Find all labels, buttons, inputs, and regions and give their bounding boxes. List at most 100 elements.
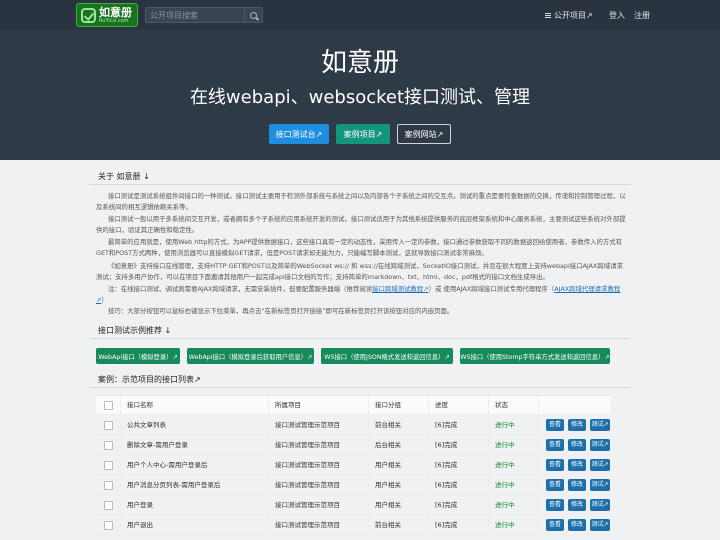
example-project-button[interactable]: 案例项目↗	[336, 124, 390, 144]
login-link[interactable]: 登入	[609, 10, 625, 21]
api-group: 用户相关	[368, 456, 428, 475]
search-box	[145, 7, 263, 23]
api-name[interactable]: 用户登录	[120, 496, 268, 515]
api-project: 接口测试管理示范项目	[268, 416, 368, 435]
search-input[interactable]	[146, 8, 244, 22]
row-checkbox[interactable]	[104, 501, 113, 510]
table-row: 用户退出 接口测试管理示范项目 前台相关 [6]完成 进行中 查看 修改 测试↗	[96, 516, 610, 535]
table-row: 用户消息分页列表-需用户登录后 接口测试管理示范项目 用户相关 [6]完成 进行中 查看修…	[96, 476, 610, 495]
api-status: 进行中	[488, 496, 538, 515]
api-group: 前台相关	[368, 516, 428, 535]
row-actions: 查看 修改 测试↗	[538, 436, 610, 455]
cross-domain-tutorial-link[interactable]: 接口跨域测试教程↗	[372, 285, 428, 293]
api-test-console-button[interactable]: 接口测试台↗	[269, 124, 329, 144]
column-header-status[interactable]: 状态	[488, 396, 538, 415]
example-webapi-login-button[interactable]: WebApi接口（模拟登录）↗	[96, 348, 180, 364]
test-button[interactable]: 测试↗	[590, 499, 610, 511]
edit-button[interactable]: 修改	[568, 479, 586, 491]
api-name[interactable]: 用户个人中心-需用户登录后	[120, 456, 268, 475]
api-progress: [6]完成	[428, 496, 488, 515]
row-checkbox[interactable]	[104, 461, 113, 470]
row-checkbox[interactable]	[104, 521, 113, 530]
api-name[interactable]: 用户消息分页列表-需用户登录后	[120, 476, 268, 495]
table-row: 用户个人中心-需用户登录后 接口测试管理示范项目 用户相关 [6]完成 进行中 查看 修改测…	[96, 456, 610, 475]
about-section-title[interactable]: 关于 如意册 ↓	[98, 171, 150, 182]
about-paragraph-4: 《如意册》支持接口在线管理，支持HTTP GET和POST以及简单的WebSoc…	[96, 262, 623, 281]
api-project: 接口测试管理示范项目	[268, 476, 368, 495]
column-header-group[interactable]: 接口分组	[368, 396, 428, 415]
api-name[interactable]: 用户退出	[120, 516, 268, 535]
row-actions: 查看 修改 测试↗	[538, 476, 610, 495]
test-button[interactable]: 测试↗	[590, 419, 610, 431]
api-project: 接口测试管理示范项目	[268, 516, 368, 535]
api-progress: [6]完成	[428, 416, 488, 435]
test-button[interactable]: 测试↗	[590, 479, 610, 491]
about-note: 注：在线接口测试、调试则需要AJAX跨域请求，无需安装插件，但要配置服务器端（推…	[96, 285, 621, 304]
api-project: 接口测试管理示范项目	[268, 496, 368, 515]
divider	[89, 184, 631, 185]
api-group: 用户相关	[368, 476, 428, 495]
row-actions: 查看 修改 测试↗	[538, 516, 610, 535]
search-button[interactable]	[244, 8, 262, 22]
api-status: 进行中	[488, 416, 538, 435]
api-group: 前台相关	[368, 416, 428, 435]
row-checkbox[interactable]	[104, 421, 113, 430]
view-button[interactable]: 查看	[546, 439, 564, 451]
example-website-button[interactable]: 案例网站↗	[397, 124, 451, 144]
view-button[interactable]: 查看	[546, 419, 564, 431]
table-row: 公共文章列表 接口测试管理示范项目 前台相关 [6]完成 进行中 查看 修改 测试↗	[96, 416, 610, 435]
select-all-checkbox[interactable]	[104, 401, 113, 410]
api-status: 进行中	[488, 436, 538, 455]
row-actions: 查看 修改 测试↗	[538, 496, 610, 515]
example-ws-stomp-button[interactable]: WS接口（使用Stomp字符串方式发送和返回信息）↗	[460, 348, 610, 364]
public-projects-link[interactable]: 公开项目↗	[545, 10, 593, 21]
row-checkbox[interactable]	[104, 441, 113, 450]
logo-title: 如意册	[99, 5, 132, 19]
edit-button[interactable]: 修改	[568, 499, 586, 511]
edit-button[interactable]: 修改	[568, 439, 586, 451]
row-checkbox[interactable]	[104, 481, 113, 490]
search-icon	[250, 11, 257, 19]
logo-check-icon	[81, 7, 96, 23]
api-project: 接口测试管理示范项目	[268, 436, 368, 455]
test-button[interactable]: 测试↗	[590, 459, 610, 471]
api-group: 用户相关	[368, 496, 428, 515]
api-name[interactable]: 删除文章-需用户登录	[120, 436, 268, 455]
column-header-name[interactable]: 接口名称	[120, 396, 268, 415]
api-status: 进行中	[488, 456, 538, 475]
api-list-section-title[interactable]: 案例：示范项目的接口列表↗	[98, 374, 201, 385]
list-icon	[545, 13, 551, 18]
table-row: 删除文章-需用户登录 接口测试管理示范项目 后台相关 [6]完成 进行中 查看 修改 测试↗	[96, 436, 610, 455]
column-header-project[interactable]: 所属项目	[268, 396, 368, 415]
edit-button[interactable]: 修改	[568, 459, 586, 471]
divider	[89, 338, 631, 339]
hero-title: 如意册	[320, 48, 399, 78]
site-logo[interactable]: 如意册 RuYiCe.com	[76, 3, 138, 27]
column-header-progress[interactable]: 进度	[428, 396, 488, 415]
api-name[interactable]: 公共文章列表	[120, 416, 268, 435]
test-button[interactable]: 测试↗	[590, 519, 610, 531]
divider	[89, 387, 631, 388]
about-tip: 技巧：大部分按钮可以鼠标右键显示下拉菜单，再点击“在新标签页打开链接”即可在新标…	[108, 307, 454, 315]
example-webapi-userinfo-button[interactable]: WebApi接口（模拟登录后获取用户信息）↗	[187, 348, 314, 364]
view-button[interactable]: 查看	[546, 499, 564, 511]
table-header-row: 接口名称 所属项目 接口分组 进度 状态	[96, 396, 610, 415]
api-progress: [6]完成	[428, 436, 488, 455]
register-link[interactable]: 注册	[634, 10, 650, 21]
api-group: 后台相关	[368, 436, 428, 455]
hero-subtitle: 在线webapi、websocket接口测试、管理	[189, 87, 531, 108]
table-row: 用户登录 接口测试管理示范项目 用户相关 [6]完成 进行中 查看 修改 测试↗	[96, 496, 610, 515]
api-project: 接口测试管理示范项目	[268, 456, 368, 475]
examples-section-title[interactable]: 接口测试示例推荐 ↓	[98, 325, 171, 336]
test-button[interactable]: 测试↗	[590, 439, 610, 451]
api-status: 进行中	[488, 476, 538, 495]
example-ws-json-button[interactable]: WS接口（使用JSON格式发送和返回信息）↗	[321, 348, 453, 364]
view-button[interactable]: 查看	[546, 459, 564, 471]
hero-banner: 如意册 在线webapi、websocket接口测试、管理 接口测试台↗ 案例项…	[0, 30, 720, 160]
view-button[interactable]: 查看	[546, 519, 564, 531]
edit-button[interactable]: 修改	[568, 519, 586, 531]
api-status: 进行中	[488, 516, 538, 535]
edit-button[interactable]: 修改	[568, 419, 586, 431]
api-progress: [6]完成	[428, 476, 488, 495]
view-button[interactable]: 查看	[546, 479, 564, 491]
